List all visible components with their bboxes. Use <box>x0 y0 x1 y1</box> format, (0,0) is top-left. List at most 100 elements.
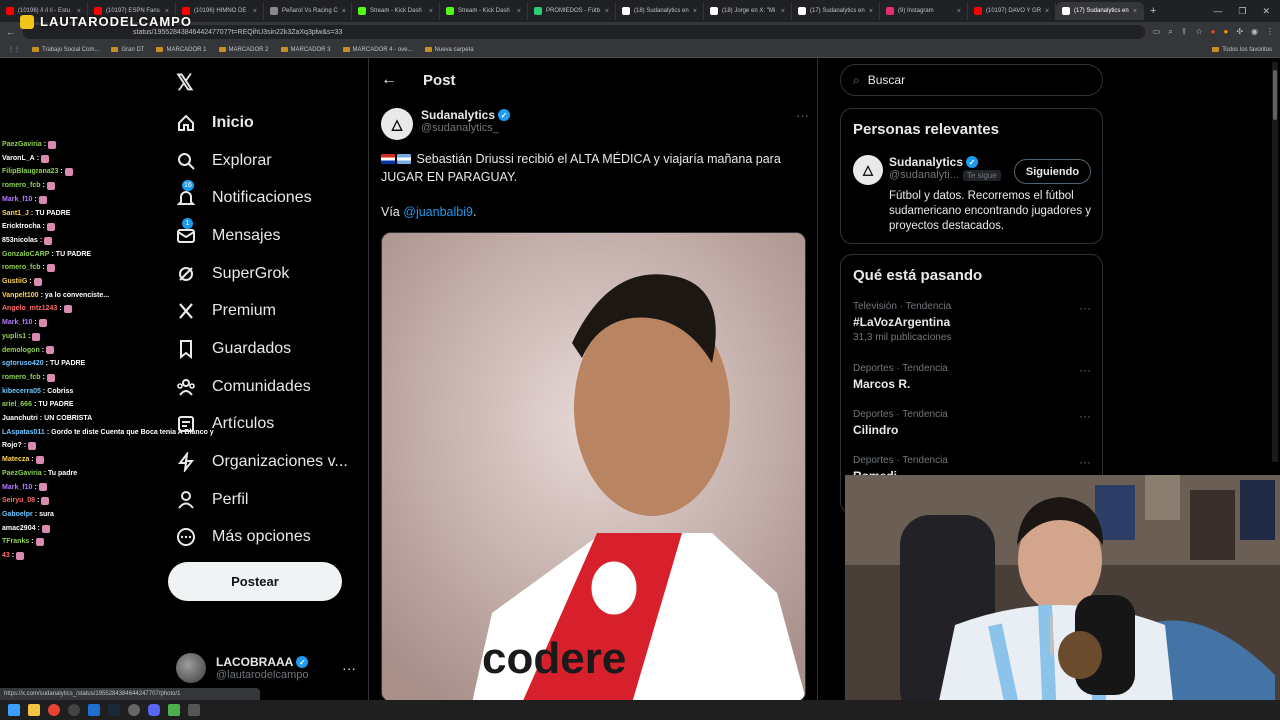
more-icon[interactable]: ··· <box>796 108 809 140</box>
mention-link[interactable]: @juanbalbi9 <box>403 205 473 219</box>
nav-item-guardados[interactable]: Guardados <box>176 330 348 368</box>
maximize-icon[interactable]: ❐ <box>1238 6 1246 17</box>
post-button[interactable]: Postear <box>168 562 342 601</box>
back-icon[interactable]: ← <box>6 27 15 37</box>
star-icon[interactable]: ☆ <box>1195 27 1202 37</box>
app-icon[interactable] <box>188 704 200 716</box>
browser-tab[interactable]: (17) Sudanalytics en × <box>792 2 880 20</box>
close-icon[interactable]: × <box>1045 8 1049 15</box>
nav-item-supergrok[interactable]: SuperGrok <box>176 255 348 293</box>
browser-tab[interactable]: (18) Jorge en X: "Mi × <box>704 2 792 20</box>
profile-icon[interactable]: ◉ <box>1251 27 1258 37</box>
close-icon[interactable]: × <box>869 8 873 15</box>
more-icon[interactable]: ··· <box>1079 301 1091 315</box>
bookmark-item[interactable]: Trabajo Social Com... <box>32 47 99 53</box>
account-switcher[interactable]: LACOBRAAA ✓ @lautarodelcampo ··· <box>176 650 356 686</box>
relevant-person-name[interactable]: Sudanalytics <box>889 155 963 169</box>
nav-item-explorar[interactable]: Explorar <box>176 142 348 180</box>
trend-item[interactable]: Deportes · Tendencia Marcos R. ··· <box>853 363 1093 391</box>
app-icon[interactable] <box>168 704 180 716</box>
nav-item-artículos[interactable]: Artículos <box>176 406 348 444</box>
discord-icon[interactable] <box>148 704 160 716</box>
tab-favicon-icon <box>358 7 366 15</box>
avatar[interactable]: △ <box>853 155 883 185</box>
share-icon[interactable]: ⇪ <box>1181 27 1188 37</box>
following-button[interactable]: Siguiendo <box>1014 159 1091 184</box>
bookmark-folder-icon <box>32 47 39 52</box>
steam-icon[interactable] <box>108 704 120 716</box>
bookmark-item[interactable]: MARCADOR 1 <box>156 47 207 53</box>
browser-tab[interactable]: Peñarol Vs Racing C × <box>264 2 352 20</box>
chat-separator: : <box>31 456 34 464</box>
crown-icon <box>20 14 34 29</box>
tweet-photo[interactable]: codere <box>381 232 806 702</box>
shield-icon[interactable] <box>88 704 100 716</box>
file-explorer-icon[interactable] <box>28 704 40 716</box>
nav-item-premium[interactable]: Premium <box>176 292 348 330</box>
windows-start-icon[interactable] <box>8 704 20 716</box>
nav-item-notificaciones[interactable]: 16 Notificaciones <box>176 179 348 217</box>
browser-tab[interactable]: (10197) DAVO Y GR × <box>968 2 1056 20</box>
nav-item-comunidades[interactable]: Comunidades <box>176 368 348 406</box>
browser-tab[interactable]: (18) Sudanalytics en × <box>616 2 704 20</box>
trend-item[interactable]: Deportes · Tendencia Cilindro ··· <box>853 409 1093 437</box>
chrome-icon[interactable] <box>48 704 60 716</box>
close-window-icon[interactable]: ✕ <box>1262 6 1270 17</box>
minimize-icon[interactable]: — <box>1213 6 1222 17</box>
close-icon[interactable]: × <box>693 8 697 15</box>
jersey-sponsor-logo: codere <box>482 634 626 683</box>
nav-item-mensajes[interactable]: 1 Mensajes <box>176 217 348 255</box>
more-icon[interactable]: ··· <box>1079 409 1091 423</box>
link-preview-status: https://x.com/sudanalytics_/status/19552… <box>0 688 260 700</box>
cast-icon[interactable]: ▭ <box>1153 27 1161 37</box>
extension-icon[interactable]: ● <box>1211 27 1216 37</box>
tweet-author-handle[interactable]: @sudanalytics_ <box>421 122 510 134</box>
tab-favicon-icon <box>534 7 542 15</box>
close-icon[interactable]: × <box>1133 8 1137 15</box>
tweet-avatar[interactable]: △ <box>381 108 413 140</box>
extension-icon[interactable]: ● <box>1223 27 1228 37</box>
bookmark-item[interactable]: Gran DT <box>111 47 144 53</box>
settings-icon[interactable] <box>128 704 140 716</box>
x-logo-icon[interactable]: 𝕏 <box>176 70 200 95</box>
nav-item-perfil[interactable]: Perfil <box>176 481 348 519</box>
verified-icon: ✓ <box>296 656 309 668</box>
nav-item-más-opciones[interactable]: Más opciones <box>176 519 348 557</box>
close-icon[interactable]: × <box>342 8 346 15</box>
nav-item-organizaciones-v[interactable]: Organizaciones v... <box>176 443 348 481</box>
puzzle-icon[interactable]: ✣ <box>1236 27 1243 37</box>
obs-icon[interactable] <box>68 704 80 716</box>
close-icon[interactable]: × <box>429 8 433 15</box>
zoom-icon[interactable]: ⌕ <box>1168 27 1172 37</box>
trend-item[interactable]: Televisión · Tendencia #LaVozArgentina 31,… <box>853 301 1093 343</box>
close-icon[interactable]: × <box>781 8 785 15</box>
back-arrow-icon[interactable]: ← <box>381 71 397 89</box>
page-scrollbar[interactable] <box>1272 62 1278 462</box>
browser-tab[interactable]: (9) Instagram × <box>880 2 968 20</box>
close-icon[interactable]: × <box>605 8 609 15</box>
browser-tab[interactable]: Stream - Kick Dash × <box>352 2 440 20</box>
all-bookmarks[interactable]: Todos los favoritos <box>1212 47 1272 53</box>
bookmark-item[interactable]: Nueva carpeta <box>424 47 474 53</box>
apps-icon[interactable]: ⋮⋮ <box>8 46 20 53</box>
browser-tab[interactable]: PROMIEDOS - Fútb × <box>528 2 616 20</box>
tweet-author-name[interactable]: Sudanalytics <box>421 108 495 122</box>
browser-tab[interactable]: Stream - Kick Dash × <box>440 2 528 20</box>
more-icon[interactable]: ··· <box>342 660 356 676</box>
close-icon[interactable]: × <box>957 8 961 15</box>
chat-separator: : <box>34 510 38 518</box>
bookmark-item[interactable]: MARCADOR 4 - ove... <box>342 47 413 53</box>
webcam-overlay <box>845 475 1280 720</box>
bookmark-item[interactable]: MARCADOR 3 <box>280 47 331 53</box>
close-icon[interactable]: × <box>517 8 521 15</box>
menu-icon[interactable]: ⋮ <box>1266 27 1274 37</box>
more-icon[interactable]: ··· <box>1079 455 1091 469</box>
close-icon[interactable]: × <box>253 8 257 15</box>
new-tab-icon[interactable]: + <box>1144 5 1162 17</box>
nav-item-inicio[interactable]: Inicio <box>176 104 348 142</box>
more-icon[interactable]: ··· <box>1079 363 1091 377</box>
bookmark-item[interactable]: MARCADOR 2 <box>218 47 269 53</box>
scrollbar-thumb[interactable] <box>1273 70 1277 120</box>
search-input[interactable]: ⌕ Buscar <box>840 64 1103 96</box>
browser-tab[interactable]: (17) Sudanalytics en × <box>1056 2 1144 20</box>
